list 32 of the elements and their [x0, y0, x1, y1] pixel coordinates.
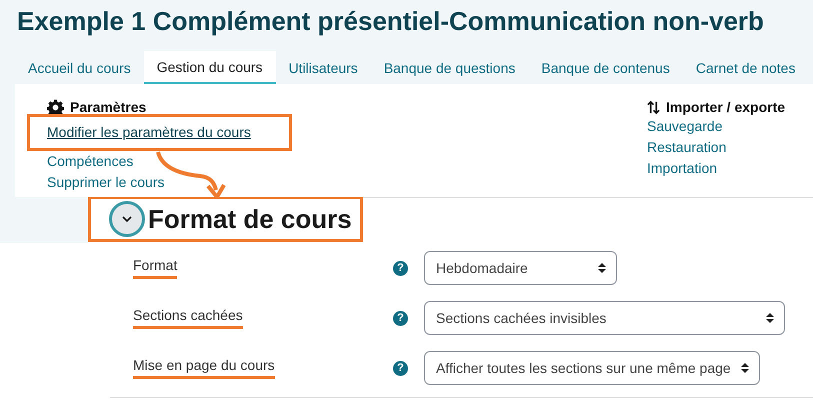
import-export-heading: Importer / exporte [666, 99, 786, 115]
updown-caret-icon [741, 362, 749, 374]
help-icon[interactable]: ? [393, 360, 408, 376]
field-label: Mise en page du cours [133, 357, 275, 379]
course-tab[interactable]: Carnet de notes [682, 51, 808, 84]
import-export-link[interactable]: Restauration [647, 137, 786, 158]
page-title: Exemple 1 Complément présentiel-Communication non-verb [16, 5, 765, 37]
select-field[interactable]: Hebdomadaire [424, 251, 617, 285]
select-field[interactable]: Sections cachées invisibles [424, 301, 785, 335]
updown-caret-icon [766, 312, 774, 324]
collapse-button[interactable] [109, 201, 145, 237]
help-icon[interactable]: ? [393, 260, 408, 276]
sort-arrows-icon [647, 100, 660, 114]
section-heading: Format de cours [148, 204, 352, 234]
course-tab[interactable]: Gestion du cours [144, 51, 276, 84]
course-tab[interactable]: Utilisateurs [276, 51, 371, 84]
field-label: Format [133, 257, 178, 279]
import-export-link[interactable]: Sauvegarde [647, 116, 786, 137]
gear-icon [47, 98, 64, 116]
field-label: Sections cachées [133, 307, 243, 329]
course-tab[interactable]: Banque de questions [370, 51, 528, 84]
course-tab[interactable]: Accueil du cours [15, 51, 144, 84]
settings-link[interactable]: Modifier les paramètres du cours [47, 124, 251, 140]
updown-caret-icon [598, 262, 606, 274]
settings-link[interactable]: Compétences [47, 151, 647, 172]
settings-heading: Paramètres [70, 99, 146, 115]
select-field[interactable]: Afficher toutes les sections sur une même page [424, 351, 760, 385]
settings-link[interactable]: Supprimer le cours [47, 172, 647, 193]
import-export-link[interactable]: Importation [647, 158, 786, 179]
course-tab[interactable]: Banque de contenus [528, 51, 683, 84]
chevron-icon [121, 215, 133, 223]
help-icon[interactable]: ? [393, 310, 408, 326]
